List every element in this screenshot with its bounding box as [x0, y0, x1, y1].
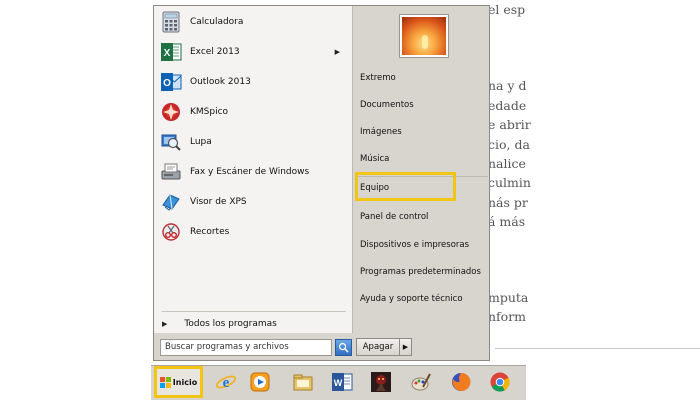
programs-panel: Calculadora X Excel 2013 ▶ O Outlook 201… [154, 6, 353, 333]
program-label: Recortes [190, 227, 230, 237]
windows-logo-icon [159, 376, 171, 388]
document-text-line: á más [488, 214, 526, 229]
program-label: Fax y Escáner de Windows [190, 167, 310, 177]
menu-item-imagenes[interactable]: Imágenes [360, 122, 485, 142]
program-label: KMSpico [190, 107, 229, 117]
chrome-icon [490, 372, 510, 392]
taskbar-internet-explorer[interactable]: e [211, 369, 241, 395]
all-programs-label: Todos los programas [184, 319, 277, 329]
program-item-excel[interactable]: X Excel 2013 ▶ [160, 39, 348, 65]
magnifier-icon [160, 131, 182, 153]
document-divider [495, 348, 700, 349]
document-text-line: cio, da [488, 137, 530, 152]
fax-scanner-icon [160, 161, 182, 183]
word-icon: W [332, 373, 353, 391]
program-item-calculadora[interactable]: Calculadora [160, 9, 348, 35]
background-document: el esp na y d edade e abrir cio, da nali… [480, 0, 700, 400]
paint-icon [411, 373, 431, 391]
user-account-picture[interactable] [400, 15, 448, 57]
calculator-icon [160, 11, 182, 33]
document-text-line: mputa [488, 290, 529, 305]
document-text-line: nform [488, 309, 527, 324]
xps-viewer-icon [160, 191, 182, 213]
document-text-line: na y d [488, 78, 527, 93]
start-button[interactable]: Inicio [154, 366, 203, 398]
media-player-icon [250, 372, 270, 392]
outlook-icon: O [160, 71, 182, 93]
equipo-highlight [355, 172, 456, 201]
program-item-kmspico[interactable]: KMSpico [160, 99, 348, 125]
menu-item-extremo[interactable]: Extremo [360, 68, 485, 88]
file-explorer-icon [293, 374, 313, 391]
menu-item-dispositivos[interactable]: Dispositivos e impresoras [360, 235, 485, 255]
programs-divider [162, 311, 346, 312]
menu-item-musica[interactable]: Música [360, 149, 485, 169]
taskbar-paint[interactable] [406, 369, 436, 395]
snipping-tool-icon [160, 221, 182, 243]
menu-item-programas-predeterminados[interactable]: Programas predeterminados [360, 262, 485, 282]
svg-text:O: O [163, 78, 171, 89]
program-item-fax-escaner[interactable]: Fax y Escáner de Windows [160, 159, 348, 185]
program-label: Lupa [190, 137, 212, 147]
program-item-visor-xps[interactable]: Visor de XPS [160, 189, 348, 215]
game-icon [371, 372, 391, 392]
svg-text:W: W [334, 378, 343, 388]
program-label: Outlook 2013 [190, 77, 251, 87]
shutdown-options-button[interactable]: ▶ [400, 338, 412, 356]
document-text-line: el esp [488, 2, 526, 17]
program-item-recortes[interactable]: Recortes [160, 219, 348, 245]
all-programs-button[interactable]: ▶ Todos los programas [160, 317, 346, 331]
flower-icon [422, 35, 428, 49]
program-label: Excel 2013 [190, 47, 240, 57]
taskbar-firefox[interactable] [446, 369, 476, 395]
excel-icon: X [160, 41, 182, 63]
taskbar-word[interactable]: W [327, 369, 357, 395]
firefox-icon [452, 372, 471, 391]
document-text-line: nás pr [488, 195, 528, 210]
search-button[interactable] [335, 339, 352, 356]
taskbar-file-explorer[interactable] [288, 369, 318, 395]
arrow-right-icon: ▶ [402, 343, 409, 351]
taskbar-game[interactable] [366, 369, 396, 395]
arrow-right-icon: ▶ [162, 320, 168, 328]
document-text-line: e abrir [488, 117, 531, 132]
program-item-outlook[interactable]: O Outlook 2013 [160, 69, 348, 95]
svg-text:X: X [164, 48, 171, 59]
taskbar-media-player[interactable] [245, 369, 275, 395]
svg-text:e: e [223, 375, 230, 391]
search-input[interactable]: Buscar programas y archivos [160, 339, 332, 356]
document-text-line: culmin [488, 175, 531, 190]
shutdown-button[interactable]: Apagar [356, 338, 400, 356]
kmspico-icon [160, 101, 182, 123]
menu-item-documentos[interactable]: Documentos [360, 95, 485, 115]
program-label: Calculadora [190, 17, 244, 27]
document-text-line: nalice [488, 156, 526, 171]
menu-item-panel-de-control[interactable]: Panel de control [360, 207, 485, 227]
program-item-lupa[interactable]: Lupa [160, 129, 348, 155]
internet-explorer-icon: e [215, 375, 237, 391]
taskbar-chrome[interactable] [485, 369, 515, 395]
program-label: Visor de XPS [190, 197, 247, 207]
menu-item-ayuda[interactable]: Ayuda y soporte técnico [360, 289, 485, 309]
submenu-arrow-icon: ▶ [334, 48, 340, 56]
document-text-line: edade [488, 98, 527, 113]
search-icon [338, 342, 349, 353]
start-label: Inicio [172, 377, 198, 387]
